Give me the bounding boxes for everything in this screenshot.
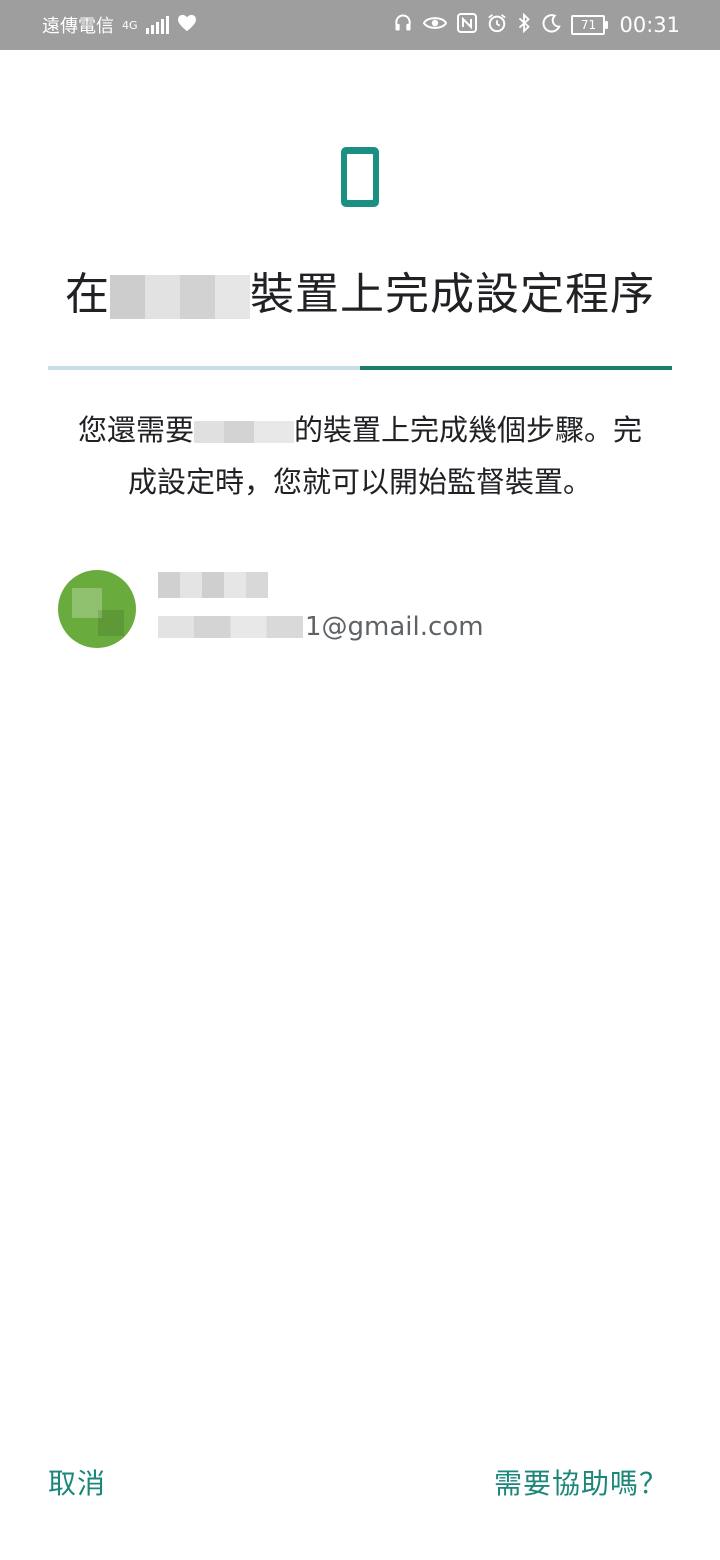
status-bar: 遠傳電信 4G 71 00:31 (0, 0, 720, 50)
status-right: 71 00:31 (393, 12, 680, 38)
bluetooth-icon (517, 12, 531, 38)
account-email: 1@gmail.com (158, 612, 484, 642)
network-type: 4G (122, 18, 138, 32)
status-left: 遠傳電信 4G (42, 12, 197, 38)
alarm-icon (487, 13, 507, 38)
redacted-account-name (158, 572, 268, 598)
eye-icon (423, 14, 448, 37)
redacted-email-prefix (158, 616, 303, 638)
page-title: 在 裝置上完成設定程序 (0, 258, 720, 322)
description-line1-prefix: 您還需要 (77, 413, 194, 447)
redacted-child-name (110, 275, 250, 319)
nfc-icon (457, 12, 478, 38)
battery-icon: 71 (571, 15, 609, 35)
account-card: 1@gmail.com (48, 568, 688, 652)
moon-icon (541, 13, 562, 38)
help-button[interactable]: 需要協助嗎？ (494, 1462, 668, 1502)
redacted-name-inline (194, 421, 294, 443)
progress-fill (360, 366, 672, 370)
carrier-label: 遠傳電信 (42, 16, 114, 37)
battery-level: 71 (580, 18, 597, 32)
account-name (158, 572, 298, 606)
title-suffix: 裝置上完成設定程序 (250, 269, 655, 320)
phone-icon (341, 147, 379, 207)
description-text: 您還需要 的裝置上完成幾個步驟。完 成設定時，您就可以開始監督裝置。 (40, 404, 680, 508)
heart-icon (177, 14, 197, 37)
title-prefix: 在 (65, 269, 110, 320)
description-line1-suffix: 的裝置上完成幾個步驟。完 (294, 413, 643, 447)
cancel-button[interactable]: 取消 (48, 1462, 106, 1502)
clock: 00:31 (619, 13, 680, 37)
headphones-icon (393, 13, 413, 38)
email-suffix: 1@gmail.com (305, 612, 484, 642)
avatar (58, 570, 136, 648)
description-line2: 成設定時，您就可以開始監督裝置。 (127, 465, 592, 499)
setup-progress-bar (48, 366, 672, 370)
signal-icon (145, 16, 169, 34)
